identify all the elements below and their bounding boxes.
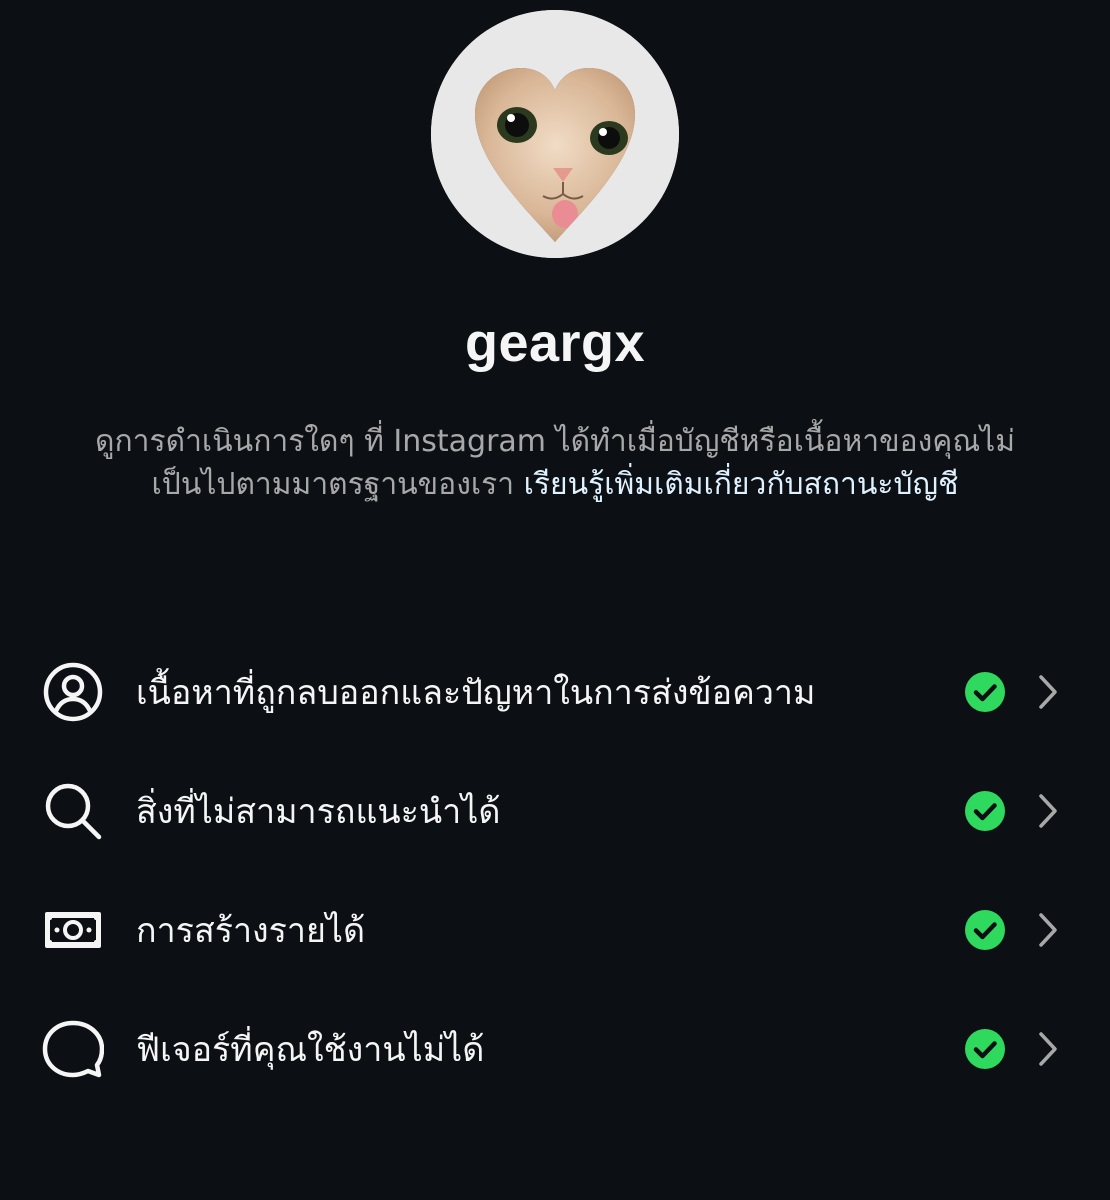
- person-circle-icon: [42, 661, 104, 723]
- chevron-right-icon: [1039, 674, 1057, 709]
- check-circle-icon: [965, 671, 1005, 712]
- chevron-right-icon: [1039, 912, 1057, 947]
- check-circle-icon: [965, 1028, 1005, 1069]
- account-status-list: เนื้อหาที่ถูกลบออกและปัญหาในการส่งข้อควา…: [0, 632, 1110, 1108]
- chevron-right-icon: [1039, 1031, 1057, 1066]
- chat-bubble-icon: [42, 1018, 104, 1080]
- status-row-recommendations[interactable]: สิ่งที่ไม่สามารถแนะนำได้: [0, 751, 1110, 870]
- check-circle-icon: [965, 909, 1005, 950]
- money-icon: [42, 899, 104, 961]
- cat-heart-avatar-icon: [431, 10, 679, 258]
- status-row-removed-content[interactable]: เนื้อหาที่ถูกลบออกและปัญหาในการส่งข้อควา…: [0, 632, 1110, 751]
- account-status-description: ดูการดำเนินการใดๆ ที่ Instagram ได้ทำเมื…: [90, 420, 1020, 506]
- avatar[interactable]: [431, 10, 679, 258]
- learn-more-link[interactable]: เรียนรู้เพิ่มเติมเกี่ยวกับสถานะบัญชี: [524, 467, 959, 502]
- search-icon: [42, 780, 104, 842]
- status-row-label: ฟีเจอร์ที่คุณใช้งานไม่ได้: [136, 1029, 485, 1070]
- status-row-label: การสร้างรายได้: [136, 910, 366, 951]
- chevron-right-icon: [1039, 793, 1057, 828]
- status-row-monetization[interactable]: การสร้างรายได้: [0, 870, 1110, 989]
- status-row-label: สิ่งที่ไม่สามารถแนะนำได้: [136, 791, 501, 832]
- username: geargx: [464, 313, 646, 373]
- check-circle-icon: [965, 790, 1005, 831]
- status-row-unavailable-features[interactable]: ฟีเจอร์ที่คุณใช้งานไม่ได้: [0, 989, 1110, 1108]
- status-row-label: เนื้อหาที่ถูกลบออกและปัญหาในการส่งข้อควา…: [136, 672, 816, 713]
